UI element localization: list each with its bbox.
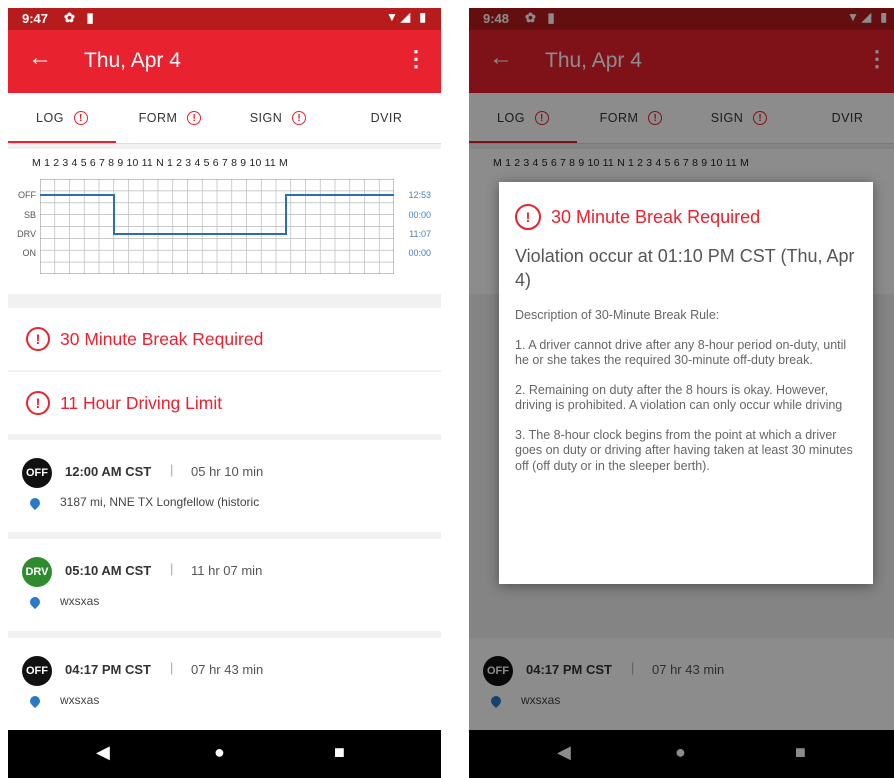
violation-dialog-screen: 9:48 ✿ ▮ ▼◢ ▮ ← Thu, Apr 4 ⋮ LOG ! FORM … xyxy=(469,8,894,778)
recents-square-icon[interactable]: ■ xyxy=(334,742,345,763)
home-circle-icon[interactable]: ● xyxy=(214,742,225,763)
arrow-left-icon[interactable]: ← xyxy=(28,44,52,72)
tab-sign-label: SIGN xyxy=(249,111,283,125)
alert-circle-icon: ! xyxy=(292,111,307,125)
violation-label: 30 Minute Break Required xyxy=(60,328,264,349)
row-label-drv: DRV xyxy=(17,229,36,239)
log-entry[interactable]: DRV 05:10 AM CST | 11 hr 07 min wxsxas xyxy=(8,539,441,631)
separator: | xyxy=(170,660,174,675)
tab-log-label: LOG xyxy=(36,111,64,125)
more-vert-icon[interactable]: ⋮ xyxy=(405,46,427,72)
log-screen: 9:47 ✿ ▮ ▼◢ ▮ ← Thu, Apr 4 ⋮ LOG ! FORM … xyxy=(8,8,441,778)
status-bar: 9:47 ✿ ▮ ▼◢ ▮ xyxy=(8,8,441,30)
dialog-title: 30 Minute Break Required xyxy=(551,206,761,227)
page-title: Thu, Apr 4 xyxy=(84,49,181,72)
system-icons: ▼◢ ▮ xyxy=(385,10,429,24)
status-time: 9:47 xyxy=(22,11,49,26)
status-badge: DRV xyxy=(22,557,52,587)
entry-duration: 05 hr 10 min xyxy=(191,464,264,479)
rule-heading: Description of 30-Minute Break Rule: xyxy=(515,308,720,322)
violation-dialog: ! 30 Minute Break Required Violation occ… xyxy=(499,182,873,584)
rule-paragraph: 3. The 8-hour clock begins from the poin… xyxy=(515,427,853,473)
hos-graph: M 1 2 3 4 5 6 7 8 9 10 11 N 1 2 3 4 5 6 … xyxy=(8,149,441,294)
row-label-off: OFF xyxy=(18,190,36,200)
rule-paragraph: 1. A driver cannot drive after any 8-hou… xyxy=(515,337,847,368)
log-entry[interactable]: OFF 04:17 PM CST | 07 hr 43 min wxsxas xyxy=(8,638,441,730)
location-pin-icon xyxy=(27,495,43,511)
row-total-sb: 00:00 xyxy=(408,210,431,220)
dialog-subtitle: Violation occur at 01:10 PM CST (Thu, Ap… xyxy=(515,246,855,290)
row-label-on: ON xyxy=(22,248,37,258)
log-entry[interactable]: OFF 12:00 AM CST | 05 hr 10 min 3187 mi,… xyxy=(8,440,441,532)
alert-circle-icon: ! xyxy=(26,327,50,351)
location-pin-icon xyxy=(27,594,43,610)
row-total-off: 12:53 xyxy=(408,190,431,200)
violation-item[interactable]: ! 11 Hour Driving Limit xyxy=(8,372,441,434)
tab-sign[interactable]: SIGN ! xyxy=(224,93,332,143)
dialog-header: ! 30 Minute Break Required xyxy=(515,204,760,230)
row-label-sb: SB xyxy=(23,210,36,220)
tab-form[interactable]: FORM ! xyxy=(116,93,224,143)
app-bar: ← Thu, Apr 4 ⋮ xyxy=(8,30,441,93)
location-pin-icon xyxy=(27,693,43,709)
row-total-on: 00:00 xyxy=(408,248,431,258)
violation-label: 11 Hour Driving Limit xyxy=(60,392,223,413)
status-badge: OFF xyxy=(22,458,52,488)
status-badge: OFF xyxy=(22,656,52,686)
row-total-drv: 11:07 xyxy=(409,229,431,239)
rule-paragraph: 2. Remaining on duty after the 8 hours i… xyxy=(515,382,843,413)
violation-item[interactable]: ! 30 Minute Break Required xyxy=(8,308,441,370)
tab-form-label: FORM xyxy=(138,111,178,125)
alert-circle-icon: ! xyxy=(26,391,50,415)
hour-labels: M 1 2 3 4 5 6 7 8 9 10 11 N 1 2 3 4 5 6 … xyxy=(32,157,288,169)
entry-time: 12:00 AM CST xyxy=(65,464,152,479)
navigation-bar: ◀ ● ■ xyxy=(8,730,441,778)
entry-location: 3187 mi, NNE TX Longfellow (historic xyxy=(60,495,260,509)
entry-location: wxsxas xyxy=(60,594,100,608)
log-grid xyxy=(40,179,394,274)
alert-circle-icon: ! xyxy=(73,111,88,125)
entry-location: wxsxas xyxy=(60,693,100,707)
notification-icons: ✿ ▮ xyxy=(64,10,98,25)
entry-time: 04:17 PM CST xyxy=(65,662,151,677)
back-triangle-icon[interactable]: ◀ xyxy=(96,742,110,763)
dialog-description: Description of 30-Minute Break Rule: 1. … xyxy=(515,308,861,488)
tab-dvir[interactable]: DVIR xyxy=(332,93,441,143)
entry-duration: 07 hr 43 min xyxy=(191,662,264,677)
alert-circle-icon: ! xyxy=(515,204,541,230)
tab-log[interactable]: LOG ! xyxy=(8,93,116,143)
alert-circle-icon: ! xyxy=(187,111,202,125)
tab-dvir-label: DVIR xyxy=(370,111,403,125)
entry-time: 05:10 AM CST xyxy=(65,563,152,578)
tab-bar: LOG ! FORM ! SIGN ! DVIR xyxy=(8,93,441,144)
separator: | xyxy=(170,561,174,576)
separator: | xyxy=(170,462,174,477)
entry-duration: 11 hr 07 min xyxy=(191,563,263,578)
